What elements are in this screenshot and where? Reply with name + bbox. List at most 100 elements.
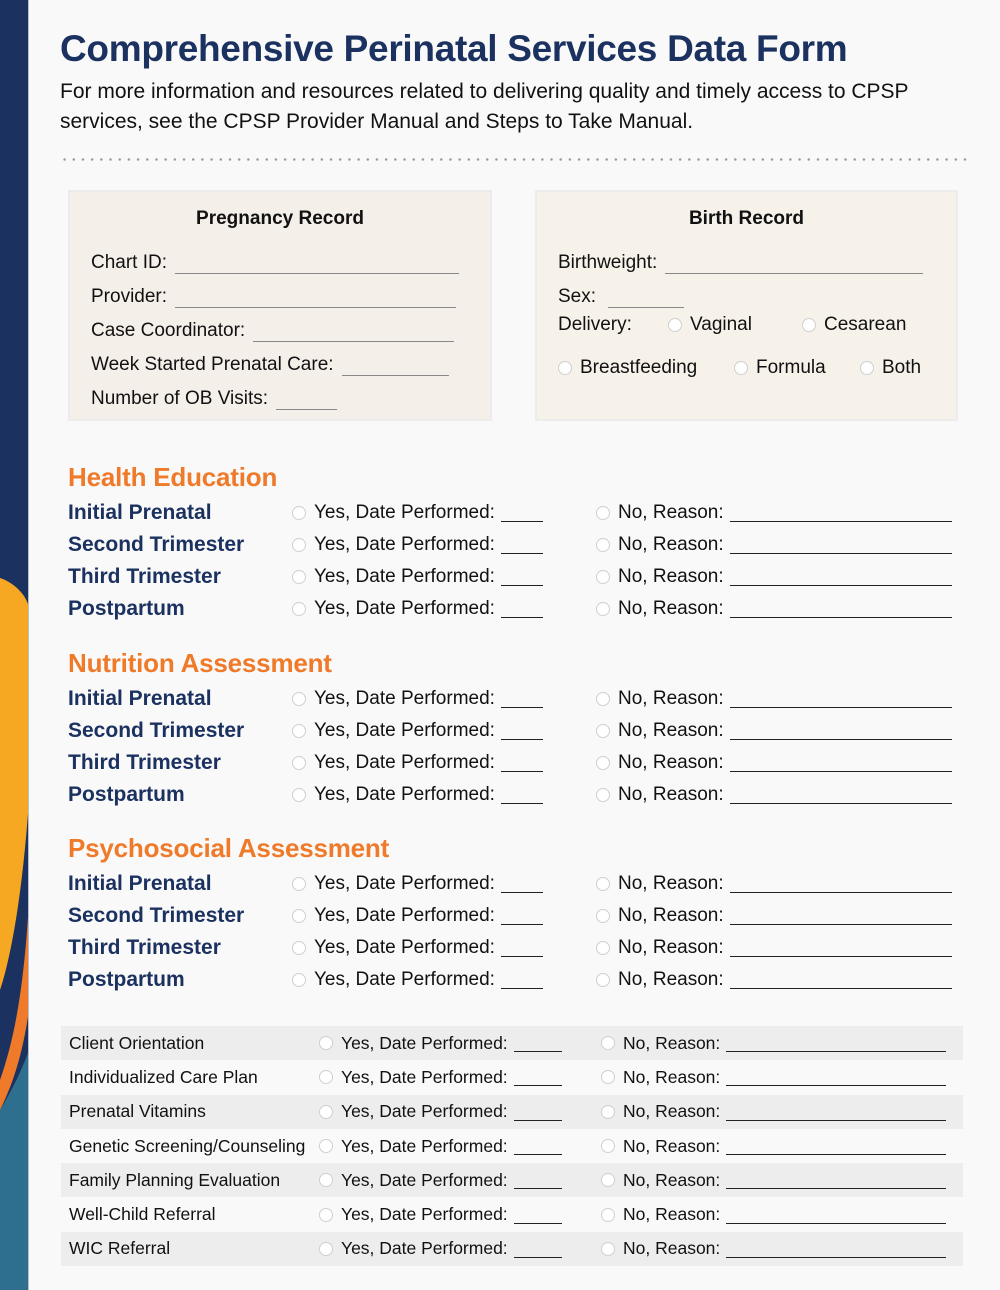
yes-option[interactable]: Yes, Date Performed: xyxy=(319,1136,601,1157)
no-option[interactable]: No, Reason: xyxy=(596,969,952,991)
yes-option[interactable]: Yes, Date Performed: xyxy=(292,502,596,524)
yes-radio[interactable] xyxy=(319,1104,333,1119)
birthweight-field[interactable]: Birthweight: xyxy=(537,240,956,274)
sex-field[interactable]: Sex: xyxy=(537,274,956,308)
no-radio[interactable] xyxy=(596,506,610,520)
delivery-cesarean-radio[interactable] xyxy=(802,318,816,332)
yes-radio[interactable] xyxy=(292,538,306,552)
yes-radio[interactable] xyxy=(292,909,306,923)
no-radio[interactable] xyxy=(596,570,610,584)
no-option[interactable]: No, Reason: xyxy=(596,502,952,524)
reason-input[interactable] xyxy=(729,786,952,804)
yes-radio[interactable] xyxy=(319,1070,333,1085)
date-input[interactable] xyxy=(513,1206,562,1224)
no-option[interactable]: No, Reason: xyxy=(601,1067,947,1088)
date-input[interactable] xyxy=(513,1068,562,1087)
yes-option[interactable]: Yes, Date Performed: xyxy=(292,937,596,959)
date-input[interactable] xyxy=(500,536,543,554)
sex-input[interactable] xyxy=(608,288,685,308)
chart-id-field[interactable]: Chart ID: xyxy=(70,240,490,274)
yes-radio[interactable] xyxy=(292,602,306,616)
yes-option[interactable]: Yes, Date Performed: xyxy=(292,566,596,588)
no-option[interactable]: No, Reason: xyxy=(601,1033,947,1054)
no-radio[interactable] xyxy=(601,1241,615,1256)
yes-option[interactable]: Yes, Date Performed: xyxy=(292,688,596,710)
no-radio[interactable] xyxy=(601,1070,615,1085)
reason-input[interactable] xyxy=(729,939,952,957)
no-option[interactable]: No, Reason: xyxy=(596,752,952,774)
no-option[interactable]: No, Reason: xyxy=(596,905,952,927)
reason-input[interactable] xyxy=(729,600,952,618)
no-option[interactable]: No, Reason: xyxy=(596,937,952,959)
yes-option[interactable]: Yes, Date Performed: xyxy=(292,784,596,806)
no-option[interactable]: No, Reason: xyxy=(596,534,952,556)
birthweight-input[interactable] xyxy=(665,254,924,274)
reason-input[interactable] xyxy=(729,690,952,708)
no-radio[interactable] xyxy=(596,973,610,987)
provider-input[interactable] xyxy=(175,288,457,308)
no-radio[interactable] xyxy=(596,756,610,770)
yes-radio[interactable] xyxy=(319,1241,333,1256)
yes-option[interactable]: Yes, Date Performed: xyxy=(292,534,596,556)
no-radio[interactable] xyxy=(596,724,610,738)
yes-radio[interactable] xyxy=(319,1207,333,1222)
no-radio[interactable] xyxy=(596,909,610,923)
date-input[interactable] xyxy=(500,504,543,522)
no-option[interactable]: No, Reason: xyxy=(596,598,952,620)
yes-option[interactable]: Yes, Date Performed: xyxy=(319,1238,601,1259)
date-input[interactable] xyxy=(500,754,543,772)
date-input[interactable] xyxy=(500,722,543,740)
yes-radio[interactable] xyxy=(292,756,306,770)
date-input[interactable] xyxy=(513,1240,562,1258)
no-option[interactable]: No, Reason: xyxy=(596,784,952,806)
yes-option[interactable]: Yes, Date Performed: xyxy=(292,752,596,774)
yes-option[interactable]: Yes, Date Performed: xyxy=(319,1170,601,1191)
no-radio[interactable] xyxy=(596,692,610,706)
yes-radio[interactable] xyxy=(292,788,306,802)
reason-input[interactable] xyxy=(729,907,952,925)
yes-radio[interactable] xyxy=(319,1139,333,1154)
reason-input[interactable] xyxy=(729,722,952,740)
date-input[interactable] xyxy=(500,690,543,708)
week-started-field[interactable]: Week Started Prenatal Care: xyxy=(70,342,490,376)
reason-input[interactable] xyxy=(729,875,952,893)
date-input[interactable] xyxy=(500,875,543,893)
ob-visits-input[interactable] xyxy=(276,390,338,410)
date-input[interactable] xyxy=(513,1137,562,1156)
yes-radio[interactable] xyxy=(292,724,306,738)
no-option[interactable]: No, Reason: xyxy=(601,1204,947,1225)
no-radio[interactable] xyxy=(596,877,610,891)
yes-option[interactable]: Yes, Date Performed: xyxy=(292,969,596,991)
no-radio[interactable] xyxy=(601,1139,615,1154)
yes-option[interactable]: Yes, Date Performed: xyxy=(292,873,596,895)
reason-input[interactable] xyxy=(726,1103,947,1121)
date-input[interactable] xyxy=(500,786,543,804)
no-radio[interactable] xyxy=(596,941,610,955)
yes-radio[interactable] xyxy=(292,941,306,955)
week-started-input[interactable] xyxy=(341,356,449,376)
ob-visits-field[interactable]: Number of OB Visits: xyxy=(70,376,490,410)
yes-option[interactable]: Yes, Date Performed: xyxy=(319,1204,601,1225)
yes-option[interactable]: Yes, Date Performed: xyxy=(319,1067,601,1088)
yes-radio[interactable] xyxy=(319,1036,333,1051)
no-radio[interactable] xyxy=(601,1104,615,1119)
no-radio[interactable] xyxy=(601,1207,615,1222)
reason-input[interactable] xyxy=(729,971,952,989)
date-input[interactable] xyxy=(513,1103,562,1121)
reason-input[interactable] xyxy=(729,754,952,772)
provider-field[interactable]: Provider: xyxy=(70,274,490,308)
feeding-breastfeeding-radio[interactable] xyxy=(558,361,572,375)
reason-input[interactable] xyxy=(726,1206,947,1224)
feeding-both-radio[interactable] xyxy=(860,361,874,375)
date-input[interactable] xyxy=(500,568,543,586)
yes-radio[interactable] xyxy=(292,506,306,520)
no-option[interactable]: No, Reason: xyxy=(596,873,952,895)
feeding-formula-radio[interactable] xyxy=(734,361,748,375)
case-coordinator-field[interactable]: Case Coordinator: xyxy=(70,308,490,342)
yes-radio[interactable] xyxy=(319,1173,333,1188)
no-radio[interactable] xyxy=(596,538,610,552)
reason-input[interactable] xyxy=(729,504,952,522)
yes-radio[interactable] xyxy=(292,570,306,584)
yes-option[interactable]: Yes, Date Performed: xyxy=(292,720,596,742)
no-radio[interactable] xyxy=(596,602,610,616)
